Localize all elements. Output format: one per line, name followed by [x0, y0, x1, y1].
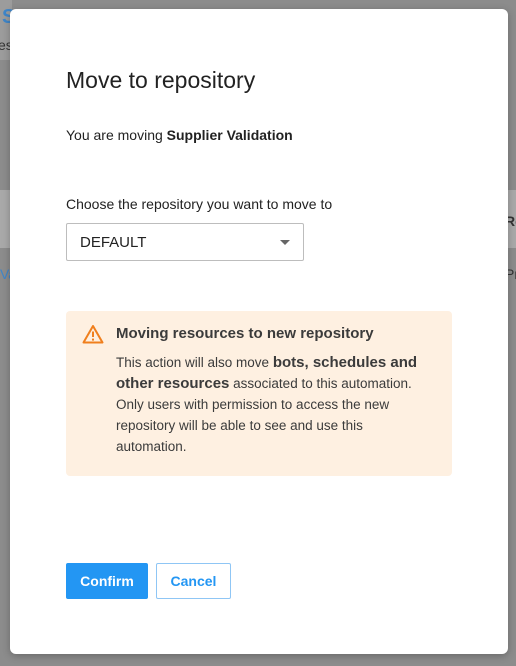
moving-prefix: You are moving [66, 127, 163, 143]
repository-select-label: Choose the repository you want to move t… [66, 196, 333, 212]
warning-callout: Moving resources to new repository This … [66, 311, 452, 476]
warning-body-prefix: This action will also move [116, 355, 270, 370]
repository-select[interactable]: DEFAULT [66, 223, 304, 261]
moving-item-name: Supplier Validation [166, 127, 293, 143]
warning-triangle-icon [82, 324, 104, 344]
chevron-down-icon [280, 240, 290, 245]
warning-title: Moving resources to new repository [116, 325, 374, 342]
confirm-button[interactable]: Confirm [66, 563, 148, 599]
repository-select-value: DEFAULT [80, 234, 147, 251]
warning-body: This action will also move bots, schedul… [116, 352, 436, 457]
move-to-repository-dialog: Move to repository You are moving Suppli… [10, 9, 508, 654]
cancel-button[interactable]: Cancel [156, 563, 231, 599]
moving-item-text: You are moving Supplier Validation [66, 127, 293, 143]
dialog-title: Move to repository [66, 67, 256, 93]
